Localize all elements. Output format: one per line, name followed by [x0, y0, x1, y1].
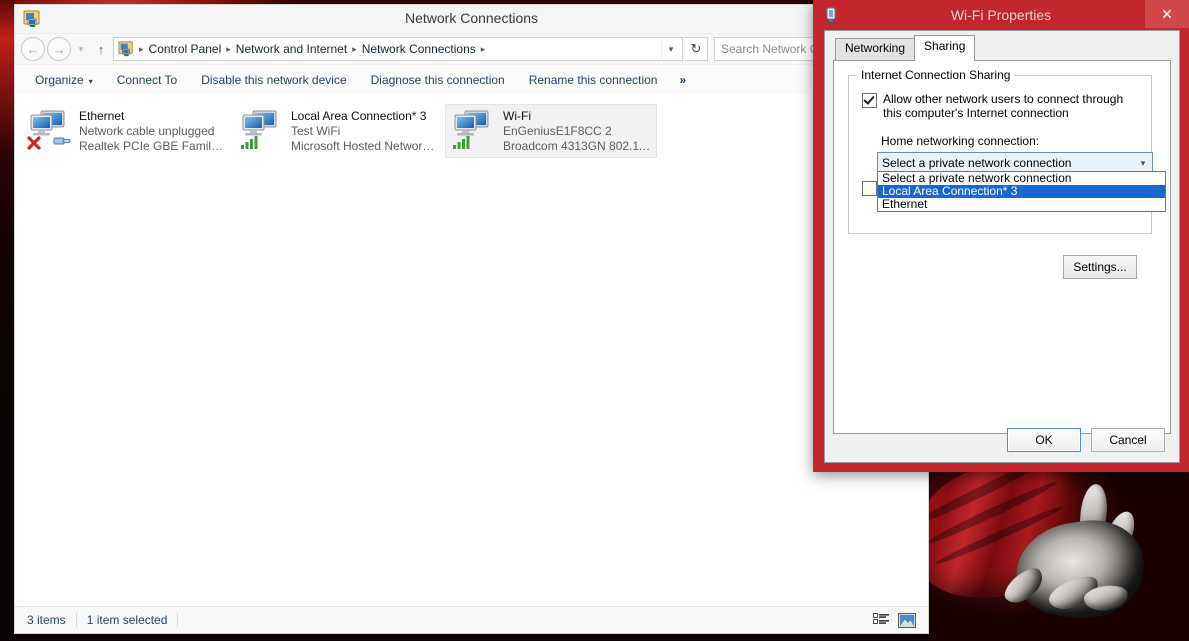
dialog-body: Networking Sharing Internet Connection S… [824, 30, 1180, 463]
allow-sharing-label: Allow other network users to connect thr… [883, 92, 1124, 120]
connection-status: Test WiFi [291, 124, 341, 138]
refresh-icon[interactable]: ↻ [685, 37, 708, 61]
network-adapter-disconnected-icon [27, 108, 73, 150]
network-connections-window: Network Connections ← → ▾ ↑ ▸ Control Pa… [14, 4, 929, 634]
connection-info: Wi-Fi EnGeniusE1F8CC 2 Broadcom 4313GN 8… [503, 108, 651, 154]
internet-connection-sharing-group: Internet Connection Sharing Allow other … [848, 68, 1166, 279]
connection-info: Local Area Connection* 3 Test WiFi Micro… [291, 108, 439, 154]
dropdown-option-ethernet[interactable]: Ethernet [878, 198, 1165, 211]
status-bar: 3 items 1 item selected [15, 606, 928, 633]
breadcrumb[interactable]: ▸ Control Panel ▸ Network and Internet ▸… [113, 37, 683, 61]
breadcrumb-item-control-panel[interactable]: Control Panel [146, 42, 225, 56]
dialog-title-bar: Wi-Fi Properties ✕ [813, 0, 1189, 30]
connection-status: EnGeniusE1F8CC 2 [503, 124, 612, 138]
connection-name: Wi-Fi [503, 109, 531, 123]
diagnose-connection-button[interactable]: Diagnose this connection [359, 69, 517, 91]
allow-sharing-checkbox[interactable] [862, 93, 877, 108]
connections-list: Ethernet Network cable unplugged Realtek… [15, 94, 928, 607]
organize-button[interactable]: Organize ▾ [23, 69, 105, 91]
connection-device: Realtek PCIe GBE Family Controller [79, 139, 227, 153]
breadcrumb-item-network-and-internet[interactable]: Network and Internet [233, 42, 350, 56]
tab-networking[interactable]: Networking [835, 38, 916, 61]
command-bar: Organize ▾ Connect To Disable this networ… [15, 65, 928, 96]
wallpaper-hand-image [928, 470, 1189, 641]
chevron-down-icon: ▾ [88, 77, 93, 86]
address-bar: ← → ▾ ↑ ▸ Control Panel ▸ Network and In… [15, 34, 928, 65]
chevron-down-icon[interactable]: ▾ [1134, 154, 1152, 172]
cancel-button[interactable]: Cancel [1091, 428, 1165, 452]
rename-connection-button[interactable]: Rename this connection [517, 69, 670, 91]
home-networking-label: Home networking connection: [881, 134, 1040, 148]
sharing-tab-page: Internet Connection Sharing Allow other … [833, 60, 1171, 434]
wallpaper-left-strip [0, 0, 14, 641]
connection-tiles: Ethernet Network cable unplugged Realtek… [21, 104, 922, 158]
dialog-tabs: Networking Sharing [835, 35, 976, 61]
breadcrumb-separator: ▸ [226, 43, 231, 54]
dialog-button-row: OK Cancel [1007, 428, 1165, 452]
window-title-bar: Network Connections [15, 5, 928, 34]
connection-info: Ethernet Network cable unplugged Realtek… [79, 108, 227, 154]
ok-button[interactable]: OK [1007, 428, 1081, 452]
connection-name: Ethernet [79, 109, 125, 123]
list-item[interactable]: Wi-Fi EnGeniusE1F8CC 2 Broadcom 4313GN 8… [445, 104, 657, 158]
network-adapter-wireless-icon [239, 108, 285, 150]
wifi-properties-dialog: Wi-Fi Properties ✕ Networking Sharing In… [813, 0, 1189, 472]
connection-device: Broadcom 4313GN 802.11b/g/n 1... [503, 139, 651, 153]
dialog-title: Wi-Fi Properties [950, 7, 1052, 23]
forward-arrow-icon[interactable]: → [47, 37, 71, 61]
tab-sharing[interactable]: Sharing [914, 35, 976, 61]
network-adapter-icon [118, 41, 134, 57]
breadcrumb-separator: ▸ [139, 43, 144, 54]
window-title: Network Connections [404, 10, 539, 26]
item-count: 3 items [27, 613, 66, 627]
allow-control-checkbox[interactable] [862, 181, 877, 196]
toolbar-overflow-button[interactable]: » [669, 69, 696, 91]
large-icons-view-icon[interactable] [898, 612, 916, 628]
disable-network-device-button[interactable]: Disable this network device [189, 69, 358, 91]
back-arrow-icon[interactable]: ← [21, 37, 45, 61]
list-item[interactable]: Local Area Connection* 3 Test WiFi Micro… [233, 104, 445, 158]
connection-device: Microsoft Hosted Network Virtual... [291, 139, 439, 153]
status-view-buttons [873, 612, 916, 628]
connect-to-button[interactable]: Connect To [105, 69, 190, 91]
organize-label: Organize [35, 73, 84, 87]
connection-name: Local Area Connection* 3 [291, 109, 427, 123]
breadcrumb-separator: ▸ [352, 43, 357, 54]
breadcrumb-item-network-connections[interactable]: Network Connections [359, 42, 479, 56]
combobox-value: Select a private network connection [882, 156, 1072, 170]
allow-sharing-checkbox-row[interactable]: Allow other network users to connect thr… [862, 92, 1137, 120]
status-divider [75, 613, 77, 627]
list-item[interactable]: Ethernet Network cable unplugged Realtek… [21, 104, 233, 158]
settings-button[interactable]: Settings... [1063, 255, 1137, 279]
breadcrumb-separator: ▸ [480, 43, 486, 54]
chevron-down-icon[interactable]: ▾ [661, 39, 680, 59]
status-divider [177, 613, 179, 627]
history-dropdown-icon[interactable]: ▾ [73, 38, 89, 60]
home-networking-dropdown-list[interactable]: Select a private network connection Loca… [877, 171, 1166, 212]
up-arrow-icon[interactable]: ↑ [91, 38, 111, 60]
connection-status: Network cable unplugged [79, 124, 215, 138]
group-title: Internet Connection Sharing [857, 68, 1015, 82]
selection-count: 1 item selected [86, 613, 168, 627]
network-adapter-wireless-icon [451, 108, 497, 150]
close-icon[interactable]: ✕ [1145, 0, 1189, 28]
details-view-icon[interactable] [873, 612, 890, 628]
